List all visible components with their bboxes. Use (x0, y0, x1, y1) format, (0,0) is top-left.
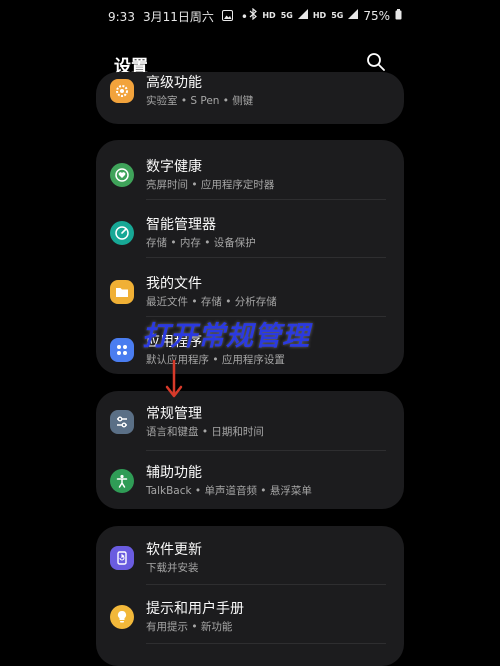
divider (146, 199, 386, 200)
item-subtitle: 实验室 • S Pen • 侧键 (146, 95, 254, 107)
signal-icon-1 (297, 9, 308, 22)
bulb-icon (110, 605, 134, 629)
item-title: 辅助功能 (146, 465, 202, 481)
item-title: 常规管理 (146, 406, 202, 422)
network-label-1: 5G (280, 11, 293, 20)
item-subtitle: 有用提示 • 新功能 (146, 621, 233, 633)
item-subtitle: 存储 • 内存 • 设备保护 (146, 237, 256, 249)
notification-dot: • (240, 9, 248, 24)
settings-item-general-management[interactable]: 常规管理 语言和键盘 • 日期和时间 (96, 397, 404, 455)
annotation-text: 打开常规管理 (142, 321, 310, 352)
gauge-icon (110, 221, 134, 245)
accessibility-icon (110, 469, 134, 493)
folder-icon (110, 280, 134, 304)
battery-percent: 75% (363, 8, 390, 23)
apps-grid-icon (110, 338, 134, 362)
divider (146, 643, 386, 644)
search-icon (367, 53, 385, 71)
sliders-icon (110, 410, 134, 434)
network-label-2: 5G (331, 11, 344, 20)
divider (146, 257, 386, 258)
settings-card-advanced: 高级功能 实验室 • S Pen • 侧键 (96, 72, 404, 124)
status-date: 3月11日周六 (142, 10, 214, 24)
status-time: 9:33 (108, 9, 135, 24)
item-title: 我的文件 (146, 276, 202, 292)
bluetooth-icon (249, 7, 258, 23)
item-title: 数字健康 (146, 159, 202, 175)
heart-circle-icon (110, 163, 134, 187)
gear-star-icon (110, 79, 134, 103)
item-title: 智能管理器 (146, 217, 216, 233)
search-button[interactable] (364, 50, 388, 74)
battery-icon (395, 8, 402, 23)
divider (146, 450, 386, 451)
item-title: 软件更新 (146, 542, 202, 558)
item-subtitle: TalkBack • 单声道音频 • 悬浮菜单 (146, 485, 312, 497)
item-subtitle: 下载并安装 (146, 562, 199, 574)
settings-item-tips[interactable]: 提示和用户手册 有用提示 • 新功能 (96, 592, 404, 650)
settings-item-advanced-features[interactable]: 高级功能 实验室 • S Pen • 侧键 (96, 72, 404, 124)
settings-card-general: 常规管理 语言和键盘 • 日期和时间 辅助功能 TalkBack • 单声道音频… (96, 391, 404, 509)
item-title: 提示和用户手册 (146, 601, 244, 617)
settings-card-support: 软件更新 下载并安装 提示和用户手册 有用提示 • 新功能 (96, 526, 404, 666)
update-icon (110, 546, 134, 570)
settings-item-software-update[interactable]: 软件更新 下载并安装 (96, 533, 404, 591)
annotation-arrow-icon (165, 360, 183, 398)
hd-label-2: HD (312, 11, 327, 20)
item-subtitle: 亮屏时间 • 应用程序定时器 (146, 179, 275, 191)
gallery-notification-icon (221, 9, 233, 24)
settings-item-accessibility[interactable]: 辅助功能 TalkBack • 单声道音频 • 悬浮菜单 (96, 456, 404, 509)
hd-label-1: HD (262, 11, 276, 20)
status-bar: 9:33 3月11日周六 • HD 5G HD 5G 75% (0, 0, 500, 30)
item-subtitle: 最近文件 • 存储 • 分析存储 (146, 296, 277, 308)
signal-icon-2 (348, 9, 359, 22)
item-subtitle: 语言和键盘 • 日期和时间 (146, 426, 264, 438)
divider (146, 584, 386, 585)
item-title: 高级功能 (146, 75, 202, 91)
